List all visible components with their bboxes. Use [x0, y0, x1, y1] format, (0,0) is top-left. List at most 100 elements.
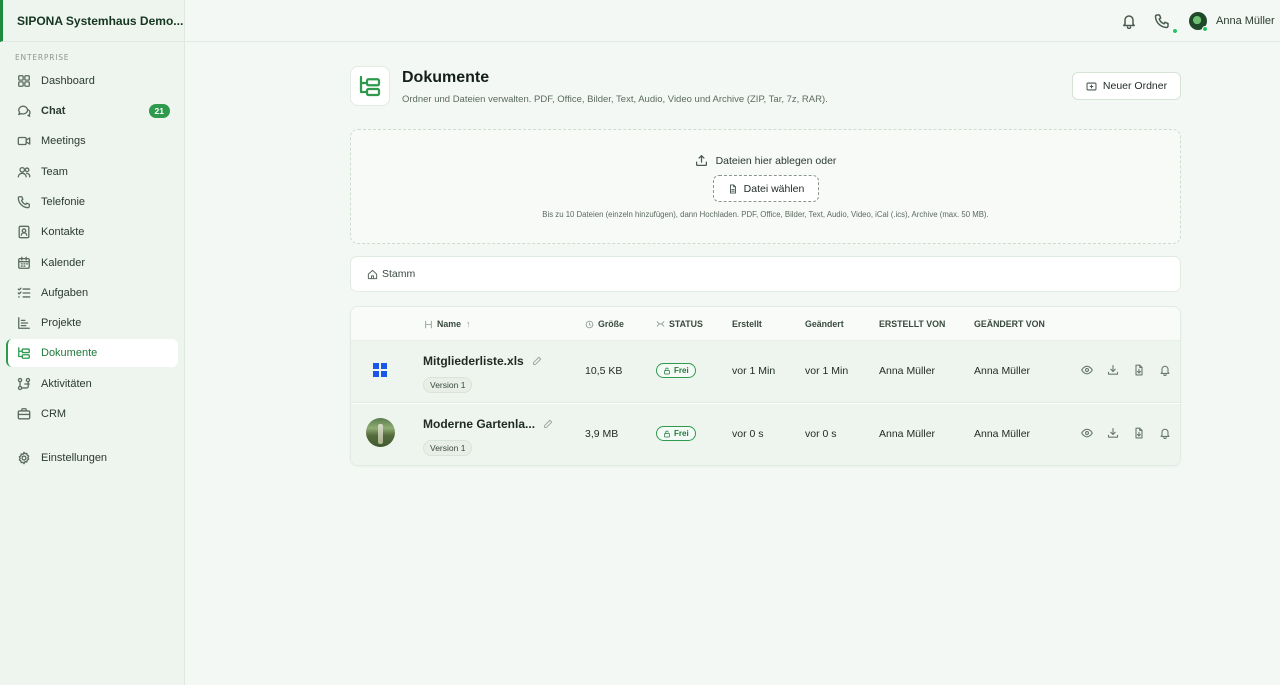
grid-icon [17, 74, 31, 88]
breadcrumb-root[interactable]: Stamm [382, 268, 415, 280]
excel-file-icon [373, 363, 387, 377]
contact-icon [17, 225, 31, 239]
version-badge: Version 1 [423, 440, 473, 456]
upload-dropzone[interactable]: Dateien hier ablegen oder Datei wählen B… [350, 129, 1181, 244]
sidebar-item-crm[interactable]: CRM [6, 400, 178, 428]
new-folder-label: Neuer Ordner [1102, 80, 1168, 92]
dropzone-text: Dateien hier ablegen oder [715, 154, 837, 167]
sidebar-item-label: Dokumente [41, 347, 98, 359]
sidebar-item-projekte[interactable]: Projekte [6, 309, 178, 337]
upload-icon [695, 154, 708, 167]
column-header-name[interactable]: Name ↑ [424, 319, 470, 329]
sidebar-item-label: Meetings [41, 135, 86, 147]
sort-ascending-icon: ↑ [465, 319, 471, 329]
changed-time: vor 0 s [805, 428, 837, 440]
briefcase-icon [17, 407, 31, 421]
sidebar-item-dashboard[interactable]: Dashboard [6, 67, 178, 95]
new-folder-button[interactable]: Neuer Ordner [1072, 72, 1181, 100]
sidebar-item-einstellungen[interactable]: Einstellungen [6, 444, 178, 472]
sidebar-item-label: CRM [41, 408, 67, 420]
unlock-icon [663, 367, 671, 375]
created-by: Anna Müller [879, 428, 936, 440]
phone-icon[interactable] [1154, 13, 1170, 29]
image-thumbnail [366, 418, 395, 447]
chat-icon [17, 104, 31, 118]
calendar-icon [17, 256, 31, 270]
sidebar-item-meetings[interactable]: Meetings [6, 127, 178, 155]
download-icon[interactable] [1107, 427, 1119, 439]
phone-status-dot [1172, 28, 1178, 34]
file-name[interactable]: Mitgliederliste.xls [423, 354, 542, 368]
created-time: vor 0 s [732, 428, 764, 440]
bell-icon[interactable] [1159, 364, 1171, 376]
users-icon [17, 165, 31, 179]
dropzone-hint: Bis zu 10 Dateien (einzeln hinzufügen), … [542, 210, 989, 219]
column-header-created-by[interactable]: ERSTELLT VON [879, 319, 945, 329]
section-label: ENTERPRISE [15, 53, 70, 62]
folder-plus-icon [1086, 81, 1097, 92]
sidebar-item-kontakte[interactable]: Kontakte [6, 218, 178, 246]
status-column-icon [656, 320, 665, 329]
pencil-icon[interactable] [532, 356, 542, 366]
created-by: Anna Müller [879, 365, 936, 377]
changed-time: vor 1 Min [805, 365, 849, 377]
changed-by: Anna Müller [974, 428, 1031, 440]
sidebar-item-aktivitaeten[interactable]: Aktivitäten [6, 370, 178, 398]
sidebar-item-label: Aufgaben [41, 287, 89, 299]
download-icon[interactable] [1107, 364, 1119, 376]
file-icon [728, 183, 738, 194]
project-icon [17, 316, 31, 330]
sidebar-item-label: Aktivitäten [41, 378, 92, 390]
sidebar-item-team[interactable]: Team [6, 158, 178, 186]
bell-icon[interactable] [1121, 13, 1137, 29]
choose-file-button[interactable]: Datei wählen [713, 175, 819, 202]
sidebar-item-label: Einstellungen [41, 452, 108, 464]
choose-file-label: Datei wählen [743, 182, 805, 195]
file-details-icon[interactable] [1133, 427, 1145, 439]
bell-icon[interactable] [1159, 427, 1171, 439]
pencil-icon[interactable] [543, 419, 553, 429]
table-row[interactable]: Moderne Gartenla... Version 1 3,9 MB Fre… [351, 404, 1180, 465]
sidebar-item-label: Projekte [41, 317, 82, 329]
presence-dot [1202, 26, 1208, 32]
file-name[interactable]: Moderne Gartenla... [423, 417, 553, 431]
status-badge: Frei [656, 426, 696, 441]
table-row[interactable]: Mitgliederliste.xls Version 1 10,5 KB Fr… [351, 341, 1180, 403]
page-title: Dokumente [402, 69, 490, 86]
home-icon [367, 269, 378, 280]
sidebar-item-label: Kontakte [41, 226, 85, 238]
sidebar-item-telefonie[interactable]: Telefonie [6, 188, 178, 216]
changed-by: Anna Müller [974, 365, 1031, 377]
folder-tree-icon [350, 66, 390, 106]
row-actions [1081, 427, 1180, 439]
sidebar-item-dokumente[interactable]: Dokumente [6, 339, 178, 367]
topbar: Anna Müller [185, 0, 1280, 42]
eye-icon[interactable] [1081, 364, 1093, 376]
column-header-status[interactable]: STATUS [656, 319, 703, 329]
column-header-changed[interactable]: Geändert [805, 319, 844, 329]
sidebar-item-label: Team [41, 166, 68, 178]
gear-icon [17, 451, 31, 465]
sidebar-item-kalender[interactable]: Kalender [6, 249, 178, 277]
eye-icon[interactable] [1081, 427, 1093, 439]
activity-icon [17, 377, 31, 391]
sidebar-item-label: Dashboard [41, 75, 95, 87]
dropzone-text-row: Dateien hier ablegen oder [351, 154, 1180, 167]
version-badge: Version 1 [423, 377, 473, 393]
file-details-icon[interactable] [1133, 364, 1145, 376]
sidebar-item-chat[interactable]: Chat 21 [6, 97, 178, 125]
name-column-icon [424, 320, 433, 329]
sidebar: SIPONA Systemhaus Demo... ENTERPRISE Das… [0, 0, 185, 685]
status-badge: Frei [656, 363, 696, 378]
size-column-icon [585, 320, 594, 329]
column-header-size[interactable]: Größe [585, 319, 624, 329]
user-name[interactable]: Anna Müller [1216, 15, 1275, 27]
sidebar-item-label: Kalender [41, 257, 86, 269]
column-header-created[interactable]: Erstellt [732, 319, 762, 329]
brand-name[interactable]: SIPONA Systemhaus Demo... [0, 0, 184, 42]
documents-table: Name ↑ Größe STATUS Erstellt Geändert ER… [350, 306, 1181, 466]
sidebar-item-label: Chat [41, 105, 66, 117]
sidebar-item-aufgaben[interactable]: Aufgaben [6, 279, 178, 307]
sidebar-item-label: Telefonie [41, 196, 86, 208]
column-header-changed-by[interactable]: GEÄNDERT VON [974, 319, 1045, 329]
